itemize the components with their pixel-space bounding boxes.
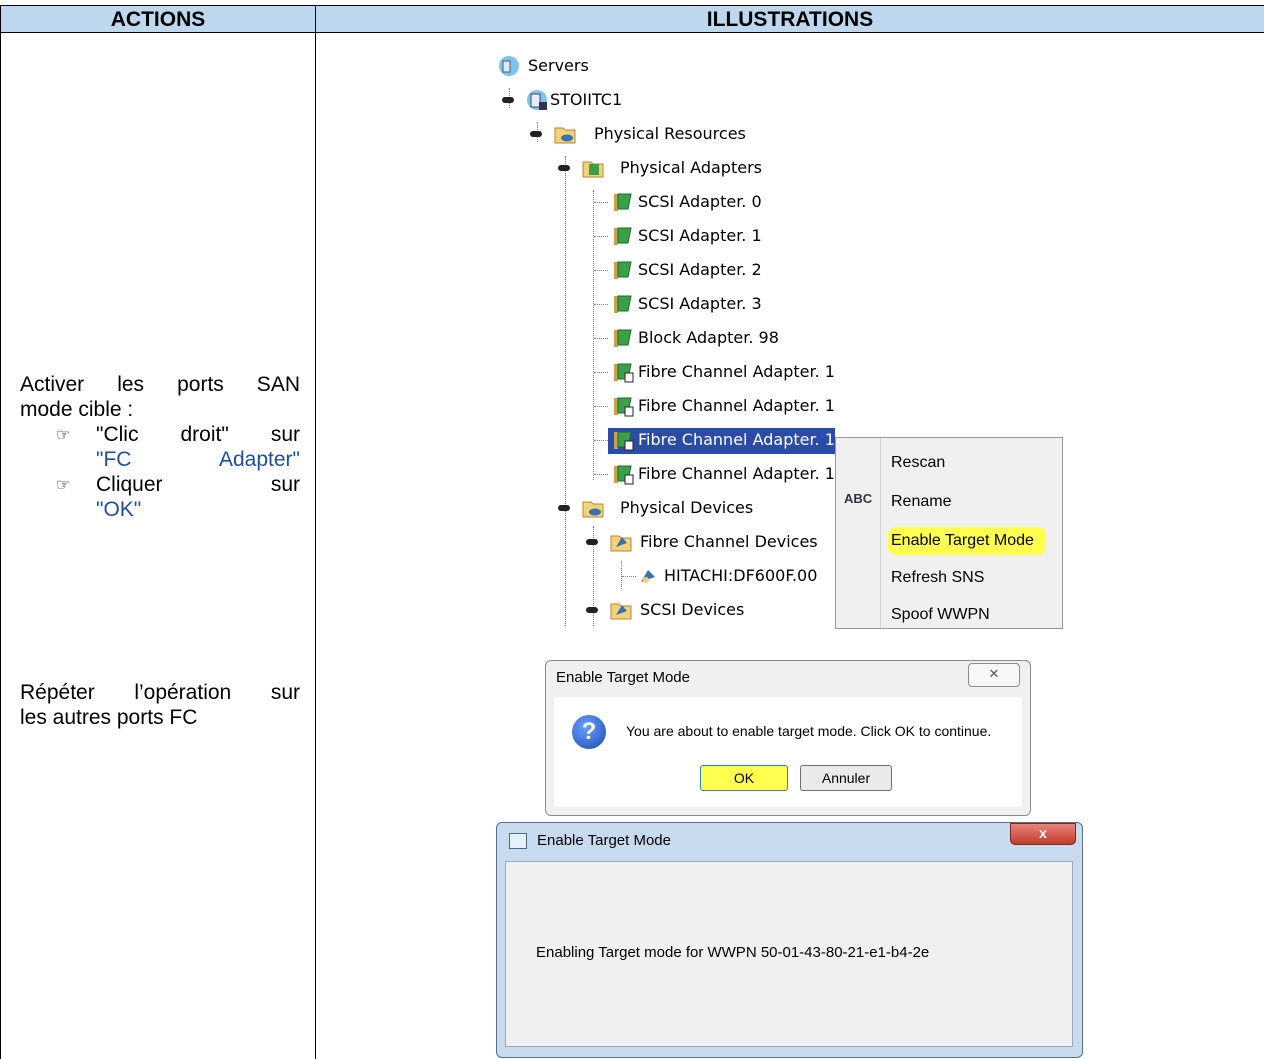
tree-label: Physical Adapters [620,158,762,177]
menu-item-refresh-sns[interactable]: Refresh SNS [891,563,984,593]
folder-icon [554,127,576,144]
collapse-toggle-icon[interactable] [558,165,570,171]
tree-connector [594,372,608,373]
server-tree: Servers STOIITC1 Physical Resources Phys… [490,46,835,632]
pointing-hand-icon: ☞ [56,477,71,494]
menu-item-spoof-wwpn[interactable]: Spoof WWPN [891,600,990,630]
action-step-1: Activer les ports SAN mode cible : ☞ "Cl… [20,372,300,522]
rename-icon: ABC [844,491,873,506]
tree-label: SCSI Adapter. 1 [638,226,762,245]
tree-connector [594,270,608,271]
dialog-title: Enable Target Mode [556,669,690,686]
step2-line2: les autres ports FC [20,706,198,729]
table-column-divider [315,33,316,1059]
tree-connector [594,304,608,305]
tree-connector [594,474,608,475]
dialog-message: Enabling Target mode for WWPN 50-01-43-8… [536,944,930,961]
tree-connector [594,338,608,339]
dialog-body: ? You are about to enable target mode. C… [554,697,1022,807]
tree-label: Servers [528,56,589,75]
tree-label: HITACHI:DF600F.00 [664,566,818,585]
collapse-toggle-icon[interactable] [558,505,570,511]
device-icon [641,570,655,583]
menu-item-enable-target-mode[interactable]: Enable Target Mode [891,526,1034,556]
bullet-click-ok: ☞ Cliquer sur "OK" [20,472,300,522]
progress-dialog: Enable Target Mode x Enabling Target mod… [496,822,1083,1058]
tree-connector [594,406,608,407]
tree-connector [594,236,608,237]
bullet1-target: "FC Adapter" [96,448,300,471]
devices-icon [610,603,632,620]
tree-label: Fibre Channel Adapter. 100 [638,362,835,381]
menu-item-rescan[interactable]: Rescan [891,448,945,478]
adapter-group-icon [582,161,604,178]
close-icon[interactable]: ✕ [968,663,1020,687]
header-illustrations: ILLUSTRATIONS [315,5,1264,33]
dialog-message: You are about to enable target mode. Cli… [626,723,992,739]
menu-gutter [880,438,881,628]
app-icon [509,833,527,849]
header-actions: ACTIONS [0,5,316,33]
close-icon[interactable]: x [1010,823,1076,845]
step1-line1: Activer les ports SAN [20,373,300,396]
cancel-button[interactable]: Annuler [800,765,892,791]
bullet2-prefix: Cliquer sur [96,473,300,496]
bullet2-target: "OK" [96,498,142,521]
tree-label: Physical Devices [620,498,754,517]
tree-connector [594,202,608,203]
adapter-icon [614,227,632,245]
server-icon [527,90,547,110]
step2-line1: Répéter l’opération sur [20,681,300,704]
collapse-toggle-icon[interactable] [586,539,598,545]
fc-adapter-icon [614,397,634,417]
tree-label: SCSI Adapter. 2 [638,260,762,279]
collapse-toggle-icon[interactable] [502,97,514,103]
devices-icon [610,535,632,552]
tree-label: Fibre Channel Adapter. 101 [638,396,835,415]
context-menu: ABC Rescan Rename Enable Target Mode Ref… [835,437,1063,629]
tree-connector [621,561,622,589]
tree-label: SCSI Devices [640,600,745,619]
fc-adapter-icon [614,363,634,383]
bullet1-prefix: "Clic droit" sur [96,423,300,446]
table-border-left [0,33,1,1059]
tree-connector [594,440,608,441]
tree-label: SCSI Adapter. 3 [638,294,762,313]
pointing-hand-icon: ☞ [56,427,71,444]
tree-connector [622,576,636,577]
ok-button[interactable]: OK [700,765,788,791]
adapter-icon [614,295,632,313]
fc-adapter-icon [614,431,634,451]
collapse-toggle-icon[interactable] [586,607,598,613]
fc-adapter-icon [614,465,634,485]
dialog-title: Enable Target Mode [537,832,671,849]
tree-label: Fibre Channel Adapter. 103 [638,464,835,483]
tree-label: Physical Resources [594,124,746,143]
confirm-dialog: Enable Target Mode ✕ ? You are about to … [545,660,1031,816]
bullet-right-click: ☞ "Clic droit" sur "FC Adapter" [20,422,300,472]
tree-label: SCSI Adapter. 0 [638,192,762,211]
tree-label: Block Adapter. 98 [638,328,779,347]
adapter-icon [614,193,632,211]
question-icon: ? [572,715,606,749]
folder-icon [582,501,604,518]
tree-label: STOIITC1 [550,90,623,109]
adapter-icon [614,261,632,279]
dialog-body: Enabling Target mode for WWPN 50-01-43-8… [505,861,1073,1047]
step1-line2: mode cible : [20,398,134,421]
tree-label: Fibre Channel Devices [640,532,818,551]
tree-node-fc-adapter-102[interactable]: Fibre Channel Adapter. 102 [594,428,835,454]
adapter-icon [614,329,632,347]
collapse-toggle-icon[interactable] [530,131,542,137]
tree-connector [565,156,566,626]
tree-label: Fibre Channel Adapter. 102 [638,430,835,449]
menu-item-rename[interactable]: Rename [891,487,951,517]
action-step-2: Répéter l’opération sur les autres ports… [20,680,300,730]
servers-icon [499,56,519,76]
